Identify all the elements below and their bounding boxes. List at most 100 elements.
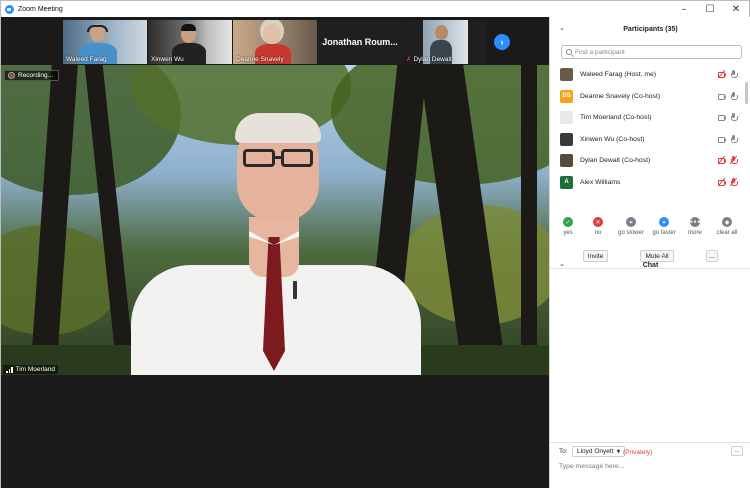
mic-icon: [730, 70, 738, 78]
feedback-go-slower-button[interactable]: « go slower: [616, 217, 646, 236]
mic-icon: [730, 134, 738, 143]
feedback-go-faster-button[interactable]: » go faster: [649, 217, 679, 236]
chevron-down-icon: ▼: [616, 448, 621, 455]
thumbnail-waleed[interactable]: Waleed Farag: [63, 20, 147, 64]
close-button[interactable]: ✕: [723, 1, 749, 17]
speaker-name: Tim Moerland: [15, 366, 56, 373]
video-icon: [718, 135, 726, 143]
feedback-label: clear all: [716, 230, 738, 236]
participant-row[interactable]: Dylan Dewalt (Co-host): [550, 150, 744, 172]
next-page-button[interactable]: ›: [494, 34, 510, 50]
active-speaker-video: Recording... Tim Moerland: [1, 65, 549, 375]
avatar: DS: [560, 89, 573, 103]
recording-label: Recording...: [18, 72, 54, 79]
participant-name: Tim Moerland (Co-host): [580, 114, 652, 121]
thumbnail-deanne[interactable]: Deanne Snavely: [233, 20, 317, 64]
participant-row[interactable]: Waleed Farag (Host, me): [550, 64, 744, 86]
thumbnail-name: Xinwen Wu: [151, 56, 184, 63]
feedback-label: yes: [563, 230, 573, 236]
feedback-symbol: «: [629, 218, 633, 226]
participant-status-icons: [718, 113, 738, 121]
feedback-symbol: ✕: [595, 218, 601, 226]
participant-name: Alex Williams: [580, 178, 621, 186]
avatar: [560, 154, 573, 167]
chevron-right-icon: ›: [500, 37, 504, 47]
zoom-window: Zoom Meeting – ☐ ✕ Waleed Farag Xinwen W…: [0, 0, 750, 488]
participant-row[interactable]: Xinwen Wu (Co-host): [550, 129, 744, 151]
title-bar: Zoom Meeting – ☐ ✕: [1, 1, 749, 17]
participant-search[interactable]: [561, 45, 742, 59]
feedback-no-button[interactable]: ✕ no: [583, 217, 613, 236]
participant-row[interactable]: Tim Moerland (Co-host): [550, 107, 744, 129]
thumbnail-name: Dylan Dewalt: [413, 56, 452, 63]
mic-muted-icon: [729, 155, 738, 165]
chevron-down-icon[interactable]: ⌄: [559, 260, 565, 268]
mic-icon: [730, 113, 738, 121]
mic-muted-icon: ✗: [406, 56, 412, 63]
video-icon: [718, 113, 726, 121]
thumbnail-strip: Waleed Farag Xinwen Wu Deanne Snavely Jo…: [1, 17, 549, 65]
thumbnail-name: Jonathan Roum...: [322, 37, 398, 47]
zoom-logo-icon: [5, 4, 14, 14]
participant-status-icons: [717, 177, 738, 186]
chat-recipient-select[interactable]: Lloyd Onyett ▼: [572, 446, 626, 457]
participant-list-scrollbar[interactable]: [744, 64, 749, 204]
recording-indicator[interactable]: Recording...: [4, 70, 60, 81]
avatar-initials: DS: [562, 93, 571, 99]
avatar: [560, 111, 573, 124]
maximize-button[interactable]: ☐: [697, 1, 723, 17]
feedback-label: more: [688, 230, 702, 236]
feedback-clear-all-button[interactable]: ◆ clear all: [712, 217, 742, 236]
feedback-symbol: ✓: [565, 218, 571, 226]
thumbnail-name-wrap: ✗ Dylan Dewalt: [406, 55, 452, 63]
mic-icon: [730, 91, 738, 100]
chat-more-button[interactable]: ...: [731, 446, 743, 456]
feedback-icon: ✕: [593, 217, 603, 227]
feedback-icon: »: [659, 217, 669, 227]
feedback-yes-button[interactable]: ✓ yes: [553, 217, 583, 236]
mic-muted-icon: [729, 177, 738, 186]
chat-header: ⌄ Chat: [550, 254, 750, 276]
feedback-icon: •••: [689, 217, 701, 227]
chat-to-label: To:: [559, 448, 568, 455]
participant-row[interactable]: DS Deanne Snavely (Co-host): [550, 86, 744, 108]
participant-name: Dylan Dewalt (Co-host): [580, 157, 651, 164]
chat-compose: To: Lloyd Onyett ▼ (Privately) ...: [550, 442, 750, 488]
scrollbar-thumb[interactable]: [745, 82, 748, 104]
signal-strength-icon: [6, 366, 13, 373]
thumbnail-xinwen[interactable]: Xinwen Wu: [148, 20, 232, 64]
participant-list: Waleed Farag (Host, me) DS Deanne Snavely …: [550, 64, 744, 193]
feedback-symbol: •••: [689, 218, 701, 226]
video-icon: [718, 92, 726, 100]
search-icon: [566, 49, 572, 55]
video-off-icon: [717, 155, 726, 165]
chat-title: Chat: [642, 261, 659, 269]
minimize-button[interactable]: –: [671, 1, 697, 17]
feedback-more-button[interactable]: ••• more: [680, 217, 710, 236]
nonverbal-feedback-bar: ✓ yes ✕ no « go slower » go faster ••• more ◆ clear…: [550, 217, 750, 243]
participant-status-icons: [717, 69, 738, 79]
chevron-down-icon[interactable]: ⌄: [559, 24, 565, 32]
chat-message-input[interactable]: [559, 463, 739, 470]
thumbnail-jonathan[interactable]: Jonathan Roum...: [318, 20, 402, 64]
avatar-initials: A: [564, 179, 569, 185]
thumbnail-name: Deanne Snavely: [236, 56, 284, 63]
participant-status-icons: [718, 91, 738, 100]
participant-name: Waleed Farag (Host, me): [580, 71, 657, 78]
participant-search-input[interactable]: [575, 48, 735, 56]
thumbnail-dylan[interactable]: ✗ Dylan Dewalt: [403, 20, 487, 64]
side-panel: ⌄ Participants (35) Waleed Farag (Host, …: [549, 17, 750, 488]
participant-status-icons: [718, 134, 738, 143]
window-controls: – ☐ ✕: [671, 1, 749, 17]
window-title: Zoom Meeting: [18, 5, 63, 13]
feedback-icon: ✓: [563, 217, 573, 227]
feedback-label: go slower: [618, 230, 644, 236]
feedback-label: no: [594, 230, 602, 236]
feedback-label: go faster: [652, 230, 676, 236]
participant-row[interactable]: A Alex Williams: [550, 172, 744, 194]
chat-privacy-label: (Privately): [623, 449, 653, 456]
feedback-icon: «: [626, 217, 636, 227]
participants-title: Participants (35): [623, 25, 678, 33]
participant-name: Deanne Snavely (Co-host): [580, 92, 661, 100]
avatar: A: [560, 175, 573, 189]
